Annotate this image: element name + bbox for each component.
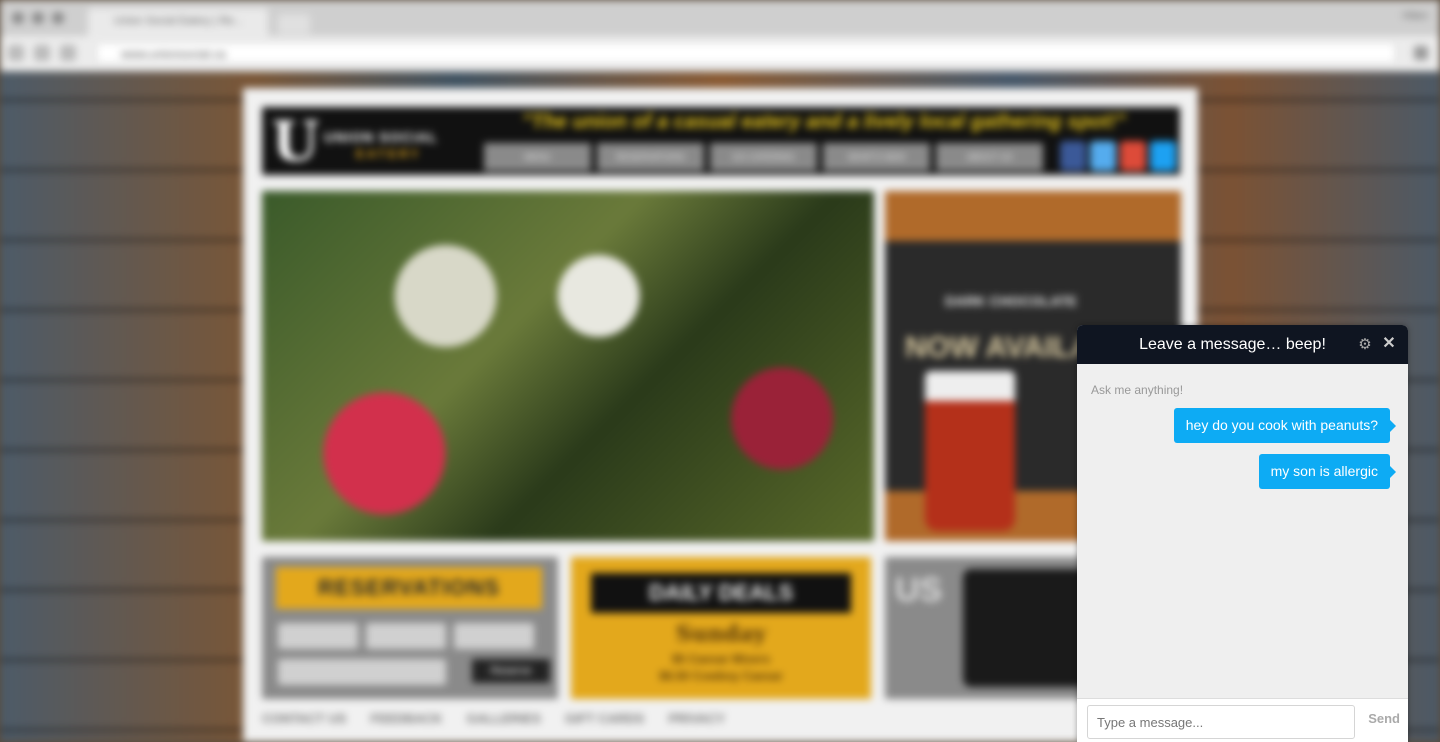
deals-day: Sunday <box>675 621 767 647</box>
back-icon[interactable] <box>8 45 24 61</box>
facebook-icon[interactable] <box>1060 141 1086 171</box>
deal-line-1: $5 Caesar Mixers <box>671 652 771 666</box>
maximize-window-icon[interactable] <box>52 12 64 24</box>
minimize-window-icon[interactable] <box>32 12 44 24</box>
reservations-widget: RESERVATIONS Reserve <box>262 557 558 699</box>
twitter-icon[interactable] <box>1090 141 1116 171</box>
address-bar-row: www.unionsocial.ca <box>0 36 1440 70</box>
site-tagline: "The union of a casual eatery and a live… <box>522 111 1126 133</box>
logo-name: UNION SOCIAL <box>324 129 438 145</box>
browser-tab[interactable]: Union Social Eatery | Re... <box>88 8 268 36</box>
footer-contact-us[interactable]: CONTACT US <box>262 711 346 726</box>
footer-privacy[interactable]: PRIVACY <box>668 711 725 726</box>
browser-tab-bar: Union Social Eatery | Re... Hiten <box>0 0 1440 36</box>
window-controls[interactable] <box>12 12 64 24</box>
close-icon[interactable]: ✕ <box>1380 335 1398 353</box>
chat-header[interactable]: Leave a message… beep! ⚙ ✕ <box>1077 325 1408 364</box>
nav-catering[interactable]: GO CATERING <box>710 143 817 171</box>
deal-line-2: $6.50 Cowboy Caesar <box>659 669 783 683</box>
site-footer-links: CONTACT US FEEDBACK GALLERIES GIFT CARDS… <box>262 711 725 726</box>
reserve-button[interactable]: Reserve <box>472 659 550 683</box>
chat-message-bubble: hey do you cook with peanuts? <box>1173 408 1397 443</box>
nav-about-us[interactable]: ABOUT US <box>936 143 1043 171</box>
new-tab-button[interactable] <box>278 14 310 34</box>
social-links <box>1060 141 1176 171</box>
window-user-label: Hiten <box>1402 10 1428 22</box>
nav-whats-new[interactable]: WHAT'S NEW <box>823 143 930 171</box>
gear-icon[interactable]: ⚙ <box>1356 336 1374 354</box>
website-page: U UNION SOCIAL EATERY "The union of a ca… <box>243 88 1198 742</box>
beer-glass-image <box>925 371 1015 531</box>
promo-line-1: DARK CHOCOLATE <box>945 293 1077 309</box>
browser-chrome: Union Social Eatery | Re... Hiten www.un… <box>0 0 1440 72</box>
bird-icon[interactable] <box>1150 141 1176 171</box>
site-nav: MENU RESERVATIONS GO CATERING WHAT'S NEW… <box>484 143 1043 171</box>
reservation-name-field[interactable] <box>278 659 446 685</box>
reload-icon[interactable] <box>60 45 76 61</box>
daily-deals-box: DAILY DEALS Sunday $5 Caesar Mixers $6.5… <box>571 557 871 699</box>
footer-galleries[interactable]: GALLERIES <box>467 711 541 726</box>
logo-subtitle: EATERY <box>356 147 422 161</box>
reservation-date-field[interactable] <box>278 623 358 649</box>
chat-composer: Send <box>1077 698 1408 742</box>
browser-menu-icon[interactable] <box>1414 46 1428 60</box>
reservation-time-field[interactable] <box>366 623 446 649</box>
daily-deals-title: DAILY DEALS <box>591 573 851 613</box>
hero-food-image <box>262 191 874 541</box>
url-field[interactable]: www.unionsocial.ca <box>96 42 1396 64</box>
message-input[interactable] <box>1087 705 1355 739</box>
chat-message-bubble: my son is allergic <box>1258 454 1397 489</box>
reservation-people-field[interactable] <box>454 623 534 649</box>
deals-text: $5 Caesar Mixers $6.50 Cowboy Caesar <box>571 651 871 685</box>
site-header: U UNION SOCIAL EATERY "The union of a ca… <box>262 107 1180 175</box>
footer-feedback[interactable]: FEEDBACK <box>370 711 442 726</box>
chat-message-area[interactable]: Ask me anything! hey do you cook with pe… <box>1077 364 1408 698</box>
close-window-icon[interactable] <box>12 12 24 24</box>
reservations-title: RESERVATIONS <box>276 567 542 609</box>
logo-letter: U <box>272 109 320 173</box>
site-logo[interactable]: U UNION SOCIAL EATERY <box>266 111 476 171</box>
footer-gift-cards[interactable]: GIFT CARDS <box>565 711 644 726</box>
chat-hint-text: Ask me anything! <box>1091 383 1184 397</box>
forward-icon[interactable] <box>34 45 50 61</box>
us-label: US <box>895 571 943 609</box>
browser-nav-buttons <box>8 45 76 61</box>
nav-menu[interactable]: MENU <box>484 143 591 171</box>
chat-widget: Leave a message… beep! ⚙ ✕ Ask me anythi… <box>1077 325 1408 742</box>
send-button[interactable]: Send <box>1368 711 1400 726</box>
nav-reservations[interactable]: RESERVATIONS <box>597 143 704 171</box>
google-plus-icon[interactable] <box>1120 141 1146 171</box>
